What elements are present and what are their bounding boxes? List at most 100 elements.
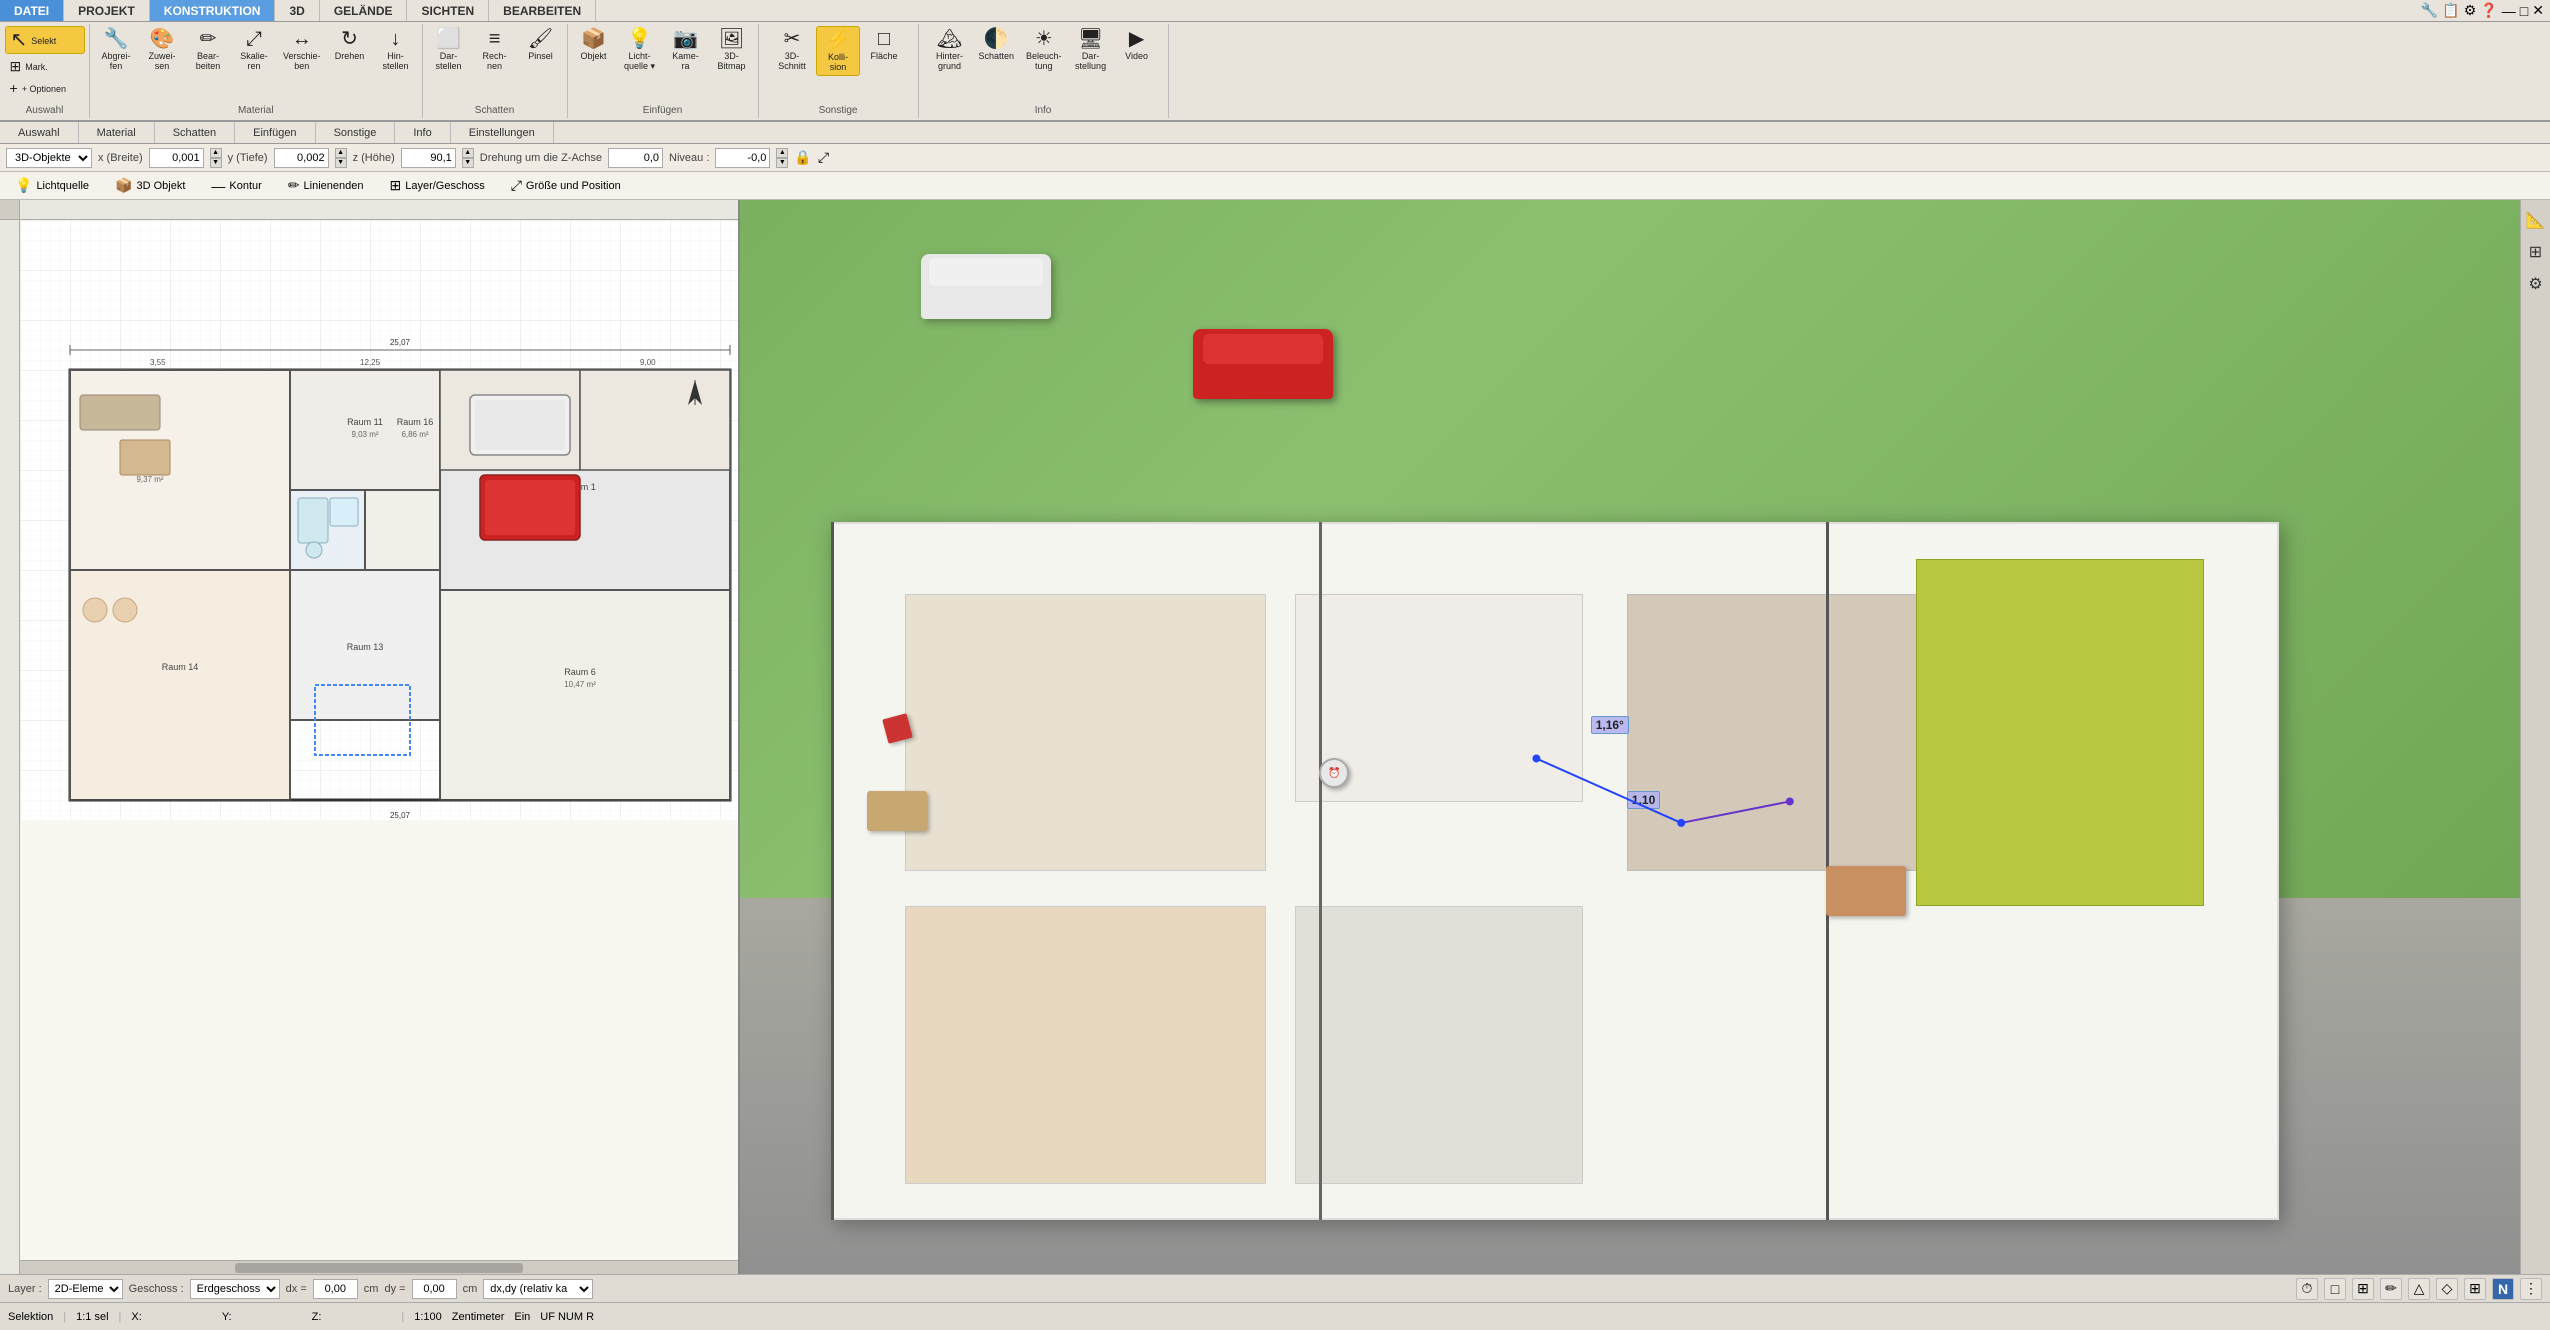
sec-sonstige[interactable]: Sonstige <box>316 122 396 143</box>
sec-einfugen[interactable]: Einfügen <box>235 122 315 143</box>
close-btn[interactable]: ✕ <box>2532 2 2544 19</box>
maximize-btn[interactable]: □ <box>2520 3 2528 19</box>
rp-icon-2[interactable]: ⊞ <box>2524 240 2548 264</box>
window-icon-3[interactable]: ⚙ <box>2464 2 2477 19</box>
tool-drehen[interactable]: ↻ Drehen <box>328 26 372 64</box>
niveau-up[interactable]: ▲ <box>776 148 788 158</box>
menu-datei[interactable]: DATEI <box>0 0 64 21</box>
bt-more-btn[interactable]: ⋮ <box>2520 1278 2542 1300</box>
dy-input[interactable] <box>412 1279 457 1299</box>
tool-3dbitmap[interactable]: 🖼 3D-Bitmap <box>710 26 754 74</box>
layer-select[interactable]: 2D-Eleme <box>48 1279 123 1299</box>
sec-material[interactable]: Material <box>79 122 155 143</box>
kollision-icon: ⚡ <box>826 30 851 50</box>
plan-view[interactable]: // Will be handled by JS below <box>0 200 740 1274</box>
tool-hinstellen[interactable]: ↓ Hin-stellen <box>374 26 418 74</box>
sec-info[interactable]: Info <box>395 122 450 143</box>
geschoss-select[interactable]: Erdgeschoss <box>190 1279 280 1299</box>
z-hohe-spinner[interactable]: ▲ ▼ <box>462 148 474 168</box>
niveau-down[interactable]: ▼ <box>776 158 788 168</box>
tool-video[interactable]: ▶ Video <box>1115 26 1159 64</box>
flache-icon: □ <box>878 29 890 49</box>
tab-lichtquelle[interactable]: 💡 Lichtquelle <box>4 173 100 198</box>
menu-konstruktion[interactable]: KONSTRUKTION <box>150 0 276 21</box>
dx-input[interactable] <box>313 1279 358 1299</box>
x-breite-down[interactable]: ▼ <box>210 158 222 168</box>
minimize-btn[interactable]: — <box>2502 3 2516 19</box>
x-breite-input[interactable] <box>149 148 204 168</box>
rotation-input[interactable] <box>608 148 663 168</box>
tool-darstellung[interactable]: 🖥 Dar-stellung <box>1069 26 1113 74</box>
tab-3d-objekt[interactable]: 📦 3D Objekt <box>104 173 196 198</box>
tool-rechnen[interactable]: ≡ Rech-nen <box>473 26 517 74</box>
tool-selekt[interactable]: ↖ Selekt <box>5 26 85 54</box>
y-tiefe-spinner[interactable]: ▲ ▼ <box>335 148 347 168</box>
expand-icon[interactable]: ⤢ <box>818 149 829 166</box>
bt-dia-btn[interactable]: ◇ <box>2436 1278 2458 1300</box>
niveau-input[interactable] <box>715 148 770 168</box>
x-breite-up[interactable]: ▲ <box>210 148 222 158</box>
x-breite-spinner[interactable]: ▲ ▼ <box>210 148 222 168</box>
tool-pinsel[interactable]: 🖌 Pinsel <box>519 26 563 64</box>
svg-text:3,55: 3,55 <box>150 358 166 367</box>
3d-view[interactable]: 1,16° 1,10 ⏰ 📐 ⊞ <box>740 200 2550 1274</box>
tool-kamera[interactable]: 📷 Kame-ra <box>664 26 708 74</box>
menu-3d[interactable]: 3D <box>275 0 319 21</box>
rp-icon-1[interactable]: 📐 <box>2524 208 2548 232</box>
tool-skalieren[interactable]: ⤢ Skalie-ren <box>232 26 276 74</box>
tool-lichtquelle[interactable]: 💡 Licht-quelle ▾ <box>618 26 662 75</box>
z-hohe-down[interactable]: ▼ <box>462 158 474 168</box>
bt-edit-btn[interactable]: ✏ <box>2380 1278 2402 1300</box>
mode-select[interactable]: dx,dy (relativ ka <box>483 1279 593 1299</box>
bt-north-btn[interactable]: N <box>2492 1278 2514 1300</box>
window-icon-1[interactable]: 🔧 <box>2421 2 2438 19</box>
y-tiefe-up[interactable]: ▲ <box>335 148 347 158</box>
tool-zuweisen[interactable]: 🎨 Zuwei-sen <box>140 26 184 74</box>
scrollbar-thumb[interactable] <box>235 1263 522 1273</box>
tool-darstellen[interactable]: ⬜ Dar-stellen <box>427 26 471 74</box>
bt-tri-btn[interactable]: △ <box>2408 1278 2430 1300</box>
tool-abgreifen[interactable]: 🔧 Abgrei-fen <box>94 26 138 74</box>
menu-bearbeiten[interactable]: BEARBEITEN <box>489 0 596 21</box>
y-tiefe-input[interactable] <box>274 148 329 168</box>
window-icon-4[interactable]: ❓ <box>2480 2 2497 19</box>
bt-grid-btn[interactable]: ⊞ <box>2352 1278 2374 1300</box>
bt-grid2-btn[interactable]: ⊞ <box>2464 1278 2486 1300</box>
tab-grosse-position[interactable]: ⤢ Größe und Position <box>500 173 632 198</box>
tool-verschieben[interactable]: ↔ Verschie-ben <box>278 26 326 74</box>
sec-schatten[interactable]: Schatten <box>155 122 235 143</box>
tool-flache[interactable]: □ Fläche <box>862 26 906 64</box>
tool-kollision[interactable]: ⚡ Kolli-sion <box>816 26 860 76</box>
darstellen-label: Dar-stellen <box>436 51 462 71</box>
tool-schatten2[interactable]: 🌓 Schatten <box>974 26 1020 64</box>
rp-icon-3[interactable]: ⚙ <box>2524 272 2548 296</box>
plan-horizontal-scrollbar[interactable] <box>20 1260 738 1274</box>
z-hohe-up[interactable]: ▲ <box>462 148 474 158</box>
sec-einstellungen[interactable]: Einstellungen <box>451 122 554 143</box>
niveau-spinner[interactable]: ▲ ▼ <box>776 148 788 168</box>
object-type-select[interactable]: 3D-Objekte <box>6 148 92 168</box>
tab-layer-geschoss[interactable]: ⊞ Layer/Geschoss <box>379 173 496 198</box>
z-hohe-input[interactable] <box>401 148 456 168</box>
bt-snap-btn[interactable]: □ <box>2324 1278 2346 1300</box>
tool-mark[interactable]: ⊞ Mark. <box>5 56 85 76</box>
tool-hintergrund[interactable]: 🏔 Hinter-grund <box>928 26 972 74</box>
menu-projekt[interactable]: PROJEKT <box>64 0 150 21</box>
bt-timer-btn[interactable]: ⏱ <box>2296 1278 2318 1300</box>
tool-optionen[interactable]: + + Optionen <box>5 78 85 98</box>
menu-sichten[interactable]: SICHTEN <box>407 0 489 21</box>
tab-kontur[interactable]: — Kontur <box>200 174 272 198</box>
tool-3dschnitt[interactable]: ✂ 3D-Schnitt <box>770 26 814 74</box>
y-tiefe-down[interactable]: ▼ <box>335 158 347 168</box>
3d-render-area[interactable]: 1,16° 1,10 ⏰ <box>740 200 2550 1274</box>
window-icon-2[interactable]: 📋 <box>2442 2 2459 19</box>
tab-linienenden[interactable]: ✏ Linienenden <box>277 173 375 198</box>
tool-beleuchtung[interactable]: ☀ Beleuch-tung <box>1021 26 1067 74</box>
skalieren-label: Skalie-ren <box>240 51 268 71</box>
tool-objekt[interactable]: 📦 Objekt <box>572 26 616 64</box>
menu-gelande[interactable]: GELÄNDE <box>320 0 408 21</box>
lock-icon[interactable]: 🔒 <box>794 149 811 166</box>
material-label: Material <box>238 103 274 116</box>
tool-beararbeiten[interactable]: ✏ Bear-beiten <box>186 26 230 74</box>
sec-auswahl[interactable]: Auswahl <box>0 122 79 143</box>
